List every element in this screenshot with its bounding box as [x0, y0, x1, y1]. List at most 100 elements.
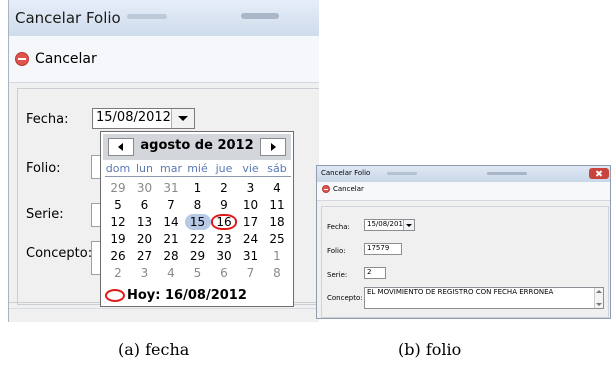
calendar-day[interactable]: 31 [238, 248, 264, 264]
calendar-day[interactable]: 13 [132, 214, 158, 230]
weekday-header: mar [160, 162, 182, 175]
blurred-title-region [127, 14, 167, 19]
weekday-header-row: dom lun mar mié jue vie sáb [105, 162, 291, 177]
calendar-day[interactable]: 3 [132, 265, 158, 281]
folio-label: Folio: [327, 247, 346, 255]
calendar-day[interactable]: 1 [264, 248, 290, 264]
folio-value: 17579 [367, 244, 390, 252]
today-label: Hoy: 16/08/2012 [127, 288, 247, 303]
toolbar: Cancelar [9, 36, 319, 83]
calendar-day[interactable]: 27 [132, 248, 158, 264]
calendar-day[interactable]: 25 [264, 231, 290, 247]
window-title: Cancelar Folio [15, 9, 121, 27]
window-fecha: Cancelar Folio Cancelar Fecha: Folio: Se… [8, 0, 319, 322]
weekday-header: jue [215, 162, 233, 175]
cancel-button[interactable]: Cancelar [322, 185, 364, 193]
fecha-date-picker[interactable]: 15/08/2012 [364, 219, 415, 231]
calendar-day[interactable]: 2 [105, 265, 131, 281]
calendar-day[interactable]: 3 [238, 180, 264, 196]
calendar-day[interactable]: 29 [185, 248, 211, 264]
calendar-day[interactable]: 8 [185, 197, 211, 213]
folio-label: Folio: [26, 161, 61, 176]
calendar-day[interactable]: 10 [238, 197, 264, 213]
dropdown-arrow-icon[interactable] [171, 109, 194, 128]
fecha-value: 15/08/2012 [96, 110, 171, 125]
calendar-day[interactable]: 17 [238, 214, 264, 230]
calendar-day[interactable]: 18 [264, 214, 290, 230]
calendar-day[interactable]: 20 [132, 231, 158, 247]
weekday-header: mié [187, 162, 208, 175]
concepto-label: Concepto: [26, 246, 93, 261]
calendar-day[interactable]: 29 [105, 180, 131, 196]
cancel-circle-icon [322, 185, 330, 193]
serie-label: Serie: [327, 271, 348, 279]
serie-field[interactable]: 2 [364, 267, 386, 279]
calendar-day[interactable]: 23 [211, 231, 237, 247]
calendar-day[interactable]: 15 [184, 214, 211, 230]
calendar-day[interactable]: 5 [105, 197, 131, 213]
calendar-day[interactable]: 28 [158, 248, 184, 264]
calendar-day[interactable]: 7 [158, 197, 184, 213]
cancel-button[interactable]: Cancelar [15, 48, 97, 70]
cancel-circle-icon [15, 52, 29, 66]
blurred-title-region [387, 172, 417, 175]
calendar-day[interactable]: 30 [132, 180, 158, 196]
calendar-day[interactable]: 2 [211, 180, 237, 196]
calendar-day[interactable]: 11 [264, 197, 290, 213]
today-link[interactable]: Hoy: 16/08/2012 [105, 288, 247, 303]
scrollbar[interactable] [594, 288, 603, 308]
blurred-title-region [241, 13, 279, 19]
calendar-day[interactable]: 8 [264, 265, 290, 281]
calendar-day[interactable]: 6 [132, 197, 158, 213]
calendar-day[interactable]: 7 [238, 265, 264, 281]
dropdown-arrow-icon[interactable] [403, 220, 414, 230]
figure-caption-b: (b) folio [398, 340, 462, 359]
calendar-day[interactable]: 22 [185, 231, 211, 247]
calendar-day[interactable]: 4 [158, 265, 184, 281]
toolbar: Cancelar [317, 182, 610, 201]
divider [9, 308, 319, 309]
calendar-day[interactable]: 31 [158, 180, 184, 196]
weekday-header: sáb [267, 162, 287, 175]
calendar-header: agosto de 2012 [103, 134, 291, 160]
fecha-date-picker[interactable]: 15/08/2012 [92, 108, 195, 129]
calendar-day[interactable]: 5 [185, 265, 211, 281]
fecha-value: 15/08/2012 [367, 220, 408, 228]
previous-month-button[interactable] [108, 138, 134, 156]
calendar-month-label[interactable]: agosto de 2012 [137, 138, 257, 153]
blurred-title-region [487, 172, 527, 175]
calendar-day[interactable]: 30 [211, 248, 237, 264]
weekday-header: lun [136, 162, 153, 175]
calendar-day[interactable]: 26 [105, 248, 131, 264]
figure-caption-a: (a) fecha [118, 340, 190, 359]
concepto-value: EL MOVIMIENTO DE REGISTRO CON FECHA ERRO… [367, 288, 554, 296]
next-month-button[interactable] [260, 138, 286, 156]
calendar-day[interactable]: 14 [158, 214, 184, 230]
calendar-day[interactable]: 16 [211, 214, 237, 230]
calendar-day[interactable]: 6 [211, 265, 237, 281]
cancel-label: Cancelar [333, 185, 364, 193]
fecha-label: Fecha: [327, 223, 350, 231]
calendar-day[interactable]: 19 [105, 231, 131, 247]
calendar-day[interactable]: 21 [158, 231, 184, 247]
calendar-day[interactable]: 4 [264, 180, 290, 196]
window-title: Cancelar Folio [321, 169, 371, 177]
folio-field[interactable]: 17579 [364, 243, 402, 255]
weekday-header: dom [105, 162, 131, 175]
concepto-textarea[interactable]: EL MOVIMIENTO DE REGISTRO CON FECHA ERRO… [364, 287, 604, 309]
serie-label: Serie: [26, 207, 64, 222]
calendar-day[interactable]: 24 [238, 231, 264, 247]
calendar-day[interactable]: 9 [211, 197, 237, 213]
fecha-label: Fecha: [26, 112, 69, 127]
title-bar: Cancelar Folio [317, 166, 610, 182]
title-bar: Cancelar Folio [9, 0, 319, 37]
weekday-header: vie [242, 162, 259, 175]
serie-value: 2 [367, 268, 372, 276]
calendar-day[interactable]: 1 [185, 180, 211, 196]
red-circle-annotation-icon [105, 289, 125, 302]
cancel-label: Cancelar [35, 51, 97, 67]
concepto-label: Concepto: [327, 294, 363, 302]
calendar-day[interactable]: 12 [105, 214, 131, 230]
calendar-popup: agosto de 2012 dom lun mar mié jue vie sáb 29 3… [100, 131, 294, 307]
close-icon[interactable] [589, 168, 609, 179]
